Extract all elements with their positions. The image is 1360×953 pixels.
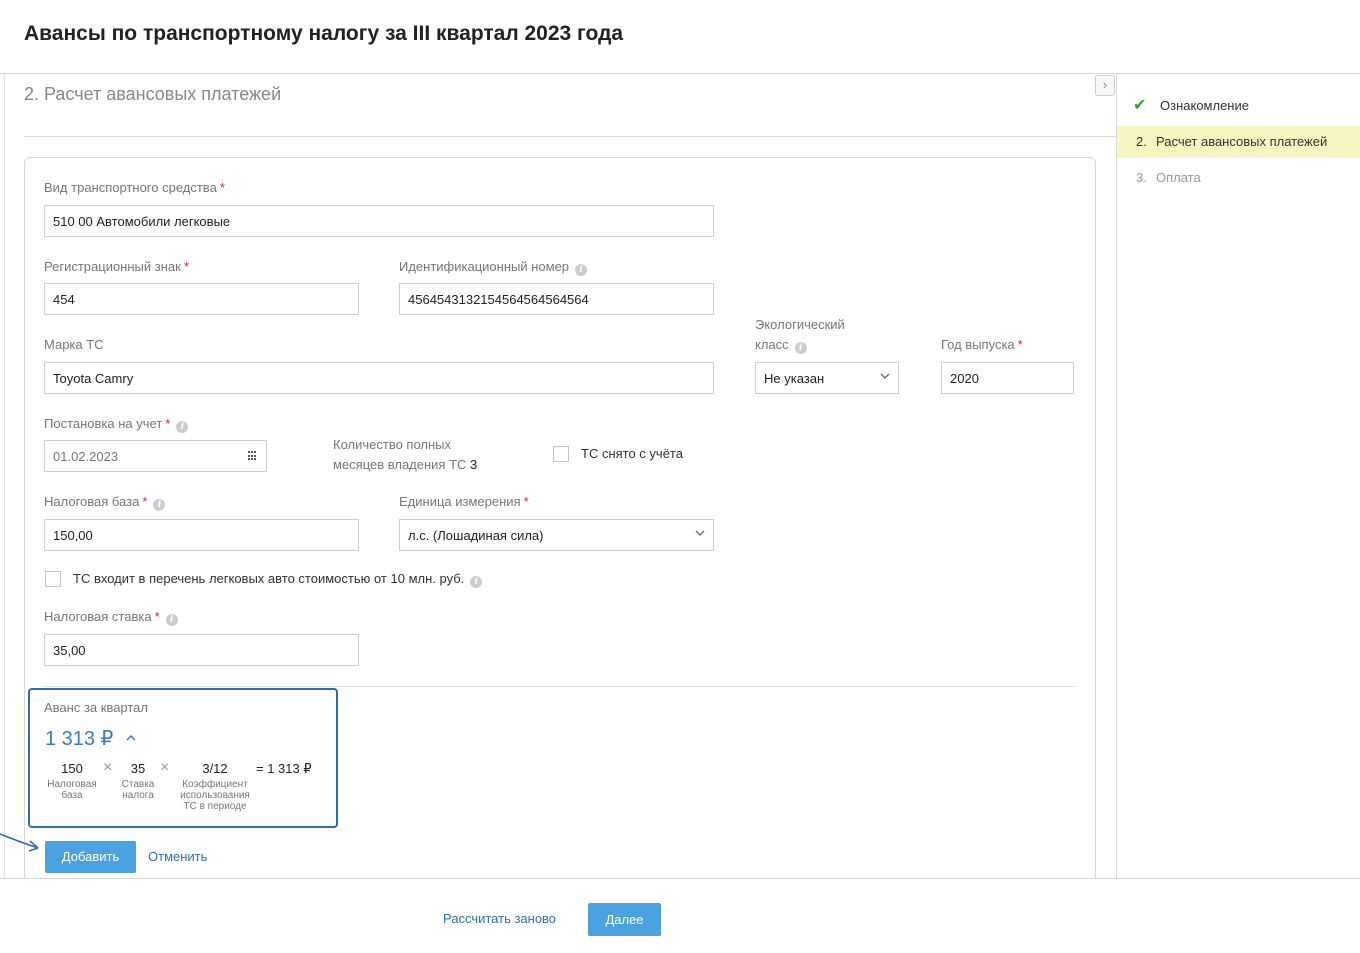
unit-select[interactable]: л.с. (Лошадиная сила) [399, 519, 714, 551]
chevron-right-icon: › [1102, 77, 1108, 92]
luxury-checkbox[interactable] [45, 571, 61, 587]
factor-value: 150 [61, 761, 83, 776]
brand-label: Марка ТС [44, 337, 104, 352]
reg-sign-label: Регистрационный знак * [44, 259, 189, 274]
advance-amount[interactable]: 1 313 ₽ [45, 726, 137, 751]
months-label: месяцев владения ТС 3 [333, 457, 478, 472]
vehicle-type-field[interactable]: 510 00 Автомобили легковые [44, 205, 714, 237]
year-label: Год выпуска * [941, 337, 1023, 352]
unit-label: Единица измерения * [399, 494, 529, 509]
recalculate-link[interactable]: Рассчитать заново [443, 911, 556, 926]
brand-field[interactable]: Toyota Camry [44, 362, 714, 394]
registration-date-value: 01.02.2023 [53, 449, 119, 464]
months-label-line1: Количество полных [333, 437, 452, 452]
registration-date-field[interactable]: 01.02.2023 [44, 440, 267, 472]
eco-class-label: класс i [755, 337, 807, 354]
tax-rate-label: Налоговая ставка * i [44, 609, 178, 626]
calendar-icon[interactable] [248, 451, 258, 461]
factor-value: 35 [130, 761, 146, 776]
reg-sign-field[interactable]: 454 [44, 283, 359, 315]
info-icon[interactable]: i [470, 576, 483, 588]
unit-value: л.с. (Лошадиная сила) [408, 528, 544, 543]
multiply-icon: × [103, 759, 113, 776]
info-icon[interactable]: i [575, 264, 588, 276]
info-icon[interactable]: i [794, 342, 807, 354]
step-label: Ознакомление [1160, 98, 1249, 113]
add-button[interactable]: Добавить [45, 841, 136, 873]
checkmark-icon: ✔ [1133, 97, 1147, 114]
vehicle-type-label: Вид транспортного средства * [44, 180, 225, 195]
left-border [4, 74, 5, 953]
advance-amount-value: 1 313 ₽ [45, 728, 114, 750]
step-payment[interactable]: 3. Оплата [1117, 162, 1360, 194]
multiply-icon: × [160, 759, 170, 776]
tax-base-field[interactable]: 150,00 [44, 519, 359, 551]
form-divider [44, 686, 1076, 687]
factor-caption: Ставка налога [121, 779, 155, 801]
section-title: 2. Расчет авансовых платежей [24, 84, 282, 104]
chevron-up-icon[interactable] [125, 733, 137, 743]
step-label: Оплата [1156, 170, 1201, 185]
luxury-label: ТС входит в перечень легковых авто стоим… [73, 571, 483, 588]
tax-rate-field[interactable]: 35,00 [44, 634, 359, 666]
page-header: Авансы по транспортному налогу за III кв… [0, 0, 1360, 74]
advance-label: Аванс за квартал [44, 700, 148, 715]
deregistered-checkbox[interactable] [553, 446, 569, 462]
step-number: 3. [1136, 170, 1147, 185]
section-divider [24, 136, 1116, 137]
info-icon[interactable]: i [176, 421, 189, 433]
factor-caption: Налоговая база [47, 779, 97, 801]
eco-class-label-line1: Экологический [755, 317, 845, 332]
factor-value: 3/12 [202, 761, 228, 776]
vin-field[interactable]: 4564543132154564564564564 [399, 283, 714, 315]
step-label: Расчет авансовых платежей [1156, 134, 1328, 149]
step-calculation[interactable]: 2. Расчет авансовых платежей [1117, 126, 1360, 158]
step-intro[interactable]: ✔ Ознакомление [1117, 90, 1360, 122]
factor-caption: Коэффициент использования ТС в периоде [180, 779, 250, 812]
vin-label: Идентификационный номер i [399, 259, 588, 276]
cancel-link[interactable]: Отменить [148, 849, 207, 864]
eco-class-select[interactable]: Не указан [755, 362, 899, 394]
advance-result: = 1 313 ₽ [256, 761, 312, 776]
tax-base-label: Налоговая база * i [44, 494, 166, 511]
step-number: 2. [1136, 134, 1147, 149]
advance-summary: Аванс за квартал 1 313 ₽ 150 Налоговая б… [28, 688, 338, 828]
pointer-arrow-icon [0, 833, 39, 852]
footer-bar: Рассчитать заново Далее [0, 878, 1360, 953]
months-value: 3 [470, 457, 478, 472]
steps-sidebar: ✔ Ознакомление 2. Расчет авансовых плате… [1116, 74, 1360, 880]
collapse-sidebar-button[interactable]: › [1095, 75, 1115, 96]
year-field[interactable]: 2020 [941, 362, 1074, 394]
chevron-down-icon [695, 530, 705, 536]
info-icon[interactable]: i [165, 614, 178, 626]
info-icon[interactable]: i [153, 499, 166, 511]
registration-date-label: Постановка на учет * i [44, 416, 189, 433]
next-button[interactable]: Далее [588, 903, 661, 936]
chevron-down-icon [880, 373, 890, 379]
deregistered-label: ТС снято с учёта [581, 446, 683, 461]
page-title: Авансы по транспортному налогу за III кв… [24, 22, 624, 45]
eco-class-value: Не указан [764, 371, 825, 386]
